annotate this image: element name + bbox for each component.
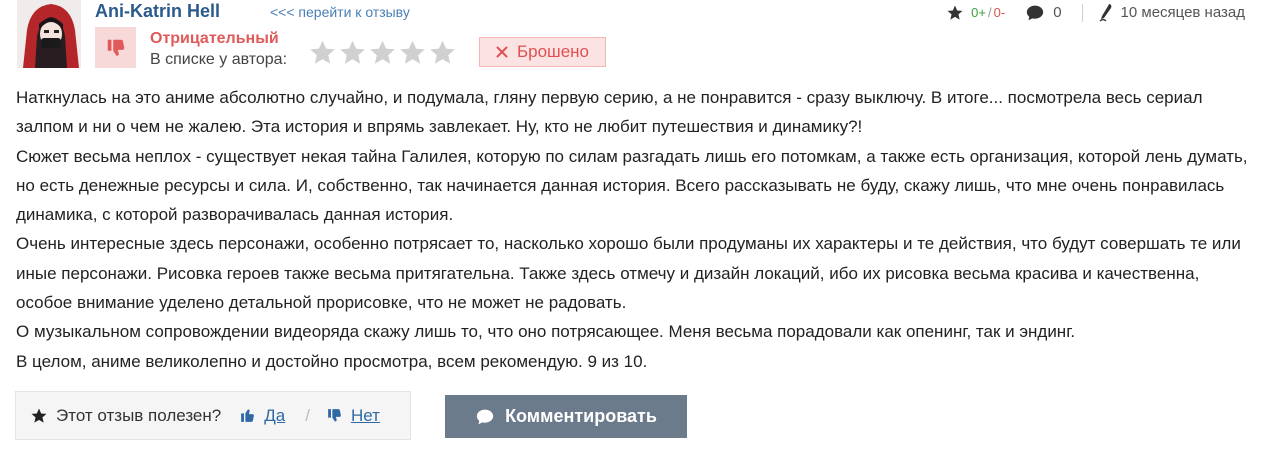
list-status-label: Брошено [516, 42, 589, 61]
in-list-label: В списке у автора: [150, 51, 288, 68]
star-icon [947, 5, 963, 20]
review-date: 10 месяцев назад [1097, 3, 1245, 23]
useful-yes-button[interactable]: Да [239, 406, 285, 426]
star-icon [340, 40, 365, 64]
useful-vote-box: Этот отзыв полезен? Да / Нет [15, 391, 411, 440]
useful-question: Этот отзыв полезен? [56, 405, 222, 425]
meta-divider [1081, 4, 1083, 22]
comments-count: 0 [1053, 4, 1062, 21]
star-icon [31, 408, 47, 423]
star-rating [308, 39, 457, 67]
comment-button[interactable]: Комментировать [445, 395, 687, 438]
star-icon [370, 40, 395, 64]
author-avatar[interactable] [17, 0, 81, 68]
thumbs-up-icon [241, 409, 255, 422]
list-status-badge: Брошено [479, 37, 606, 67]
votes-plus: 0+ [971, 5, 986, 20]
pen-icon [1099, 4, 1111, 22]
review-meta: 0+ / 0- 0 10 месяцев назад [946, 3, 1245, 23]
star-icon [430, 40, 455, 64]
useful-separator: / [305, 405, 310, 425]
review-paragraph: О музыкальном сопровождении видеоряда ск… [16, 322, 1076, 342]
rating-label: Отрицательный [150, 30, 279, 47]
comment-icon [1027, 5, 1044, 21]
avatar-image [17, 0, 81, 68]
useful-no-button[interactable]: Нет [326, 406, 380, 426]
review-paragraph: Наткнулась на это аниме абсолютно случай… [16, 88, 1203, 137]
goto-review-link[interactable]: <<< перейти к отзыву [270, 3, 410, 21]
thumbs-down-icon [328, 409, 341, 422]
votes-counter[interactable]: 0+ / 0- [946, 4, 1005, 22]
comment-icon [476, 409, 494, 424]
thumbs-down-icon [107, 39, 124, 56]
comments-counter[interactable]: 0 [1025, 4, 1062, 22]
useful-yes-label: Да [264, 405, 286, 425]
star-icon [400, 40, 425, 64]
review-paragraph: В целом, аниме великолепно и достойно пр… [16, 351, 648, 371]
star-icon [310, 40, 335, 64]
close-icon [496, 46, 508, 58]
review-paragraph: Очень интересные здесь персонажи, особен… [16, 234, 1241, 313]
negative-rating-badge [95, 27, 136, 68]
votes-minus: 0- [993, 5, 1006, 20]
author-name[interactable]: Ani-Katrin Hell [95, 0, 220, 22]
useful-no-label: Нет [350, 405, 380, 425]
votes-slash: / [988, 5, 992, 20]
review-body: Наткнулась на это аниме абсолютно случай… [16, 83, 1251, 376]
review-paragraph: Сюжет весьма неплох - существует некая т… [16, 146, 1248, 225]
comment-button-label: Комментировать [505, 406, 657, 426]
time-ago: 10 месяцев назад [1120, 4, 1245, 21]
